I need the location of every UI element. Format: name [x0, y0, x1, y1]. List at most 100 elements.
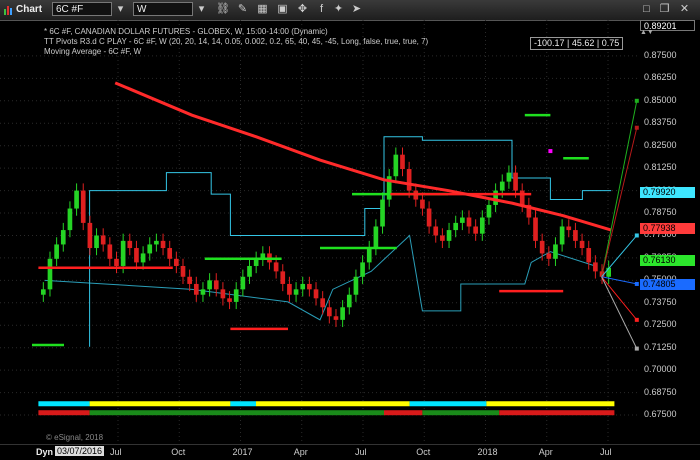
- signal-bar-segment: [499, 410, 615, 416]
- gridlines: [0, 20, 640, 444]
- twitter-icon[interactable]: ✦: [332, 3, 345, 16]
- candle-body: [373, 226, 379, 249]
- price-tick-label: 0.73750: [644, 296, 677, 307]
- signal-bars: [38, 401, 615, 416]
- price-tag: 0.76130: [640, 255, 695, 267]
- tools-icon[interactable]: ✎: [236, 3, 249, 16]
- close-icon[interactable]: ✕: [678, 3, 691, 16]
- candle-body: [293, 289, 299, 295]
- projection-marker: [634, 125, 639, 130]
- projection-line: [601, 127, 638, 277]
- candle-body: [499, 181, 505, 191]
- signal-bar-segment: [486, 401, 615, 407]
- candle-body: [213, 280, 219, 290]
- candle-body: [80, 190, 86, 223]
- price-tick-label: 0.67500: [644, 409, 677, 420]
- candle-body: [519, 190, 525, 205]
- signal-bar-segment: [384, 410, 423, 416]
- candle-body: [546, 253, 552, 259]
- candle-body: [233, 289, 239, 302]
- candle-body: [453, 222, 459, 231]
- candle-body: [566, 226, 572, 231]
- candle-body: [227, 298, 232, 302]
- symbol-value: 6C #F: [56, 4, 84, 15]
- facebook-icon[interactable]: f: [315, 3, 328, 16]
- candle-body: [393, 154, 399, 177]
- candle-body: [180, 265, 186, 277]
- candle-body: [40, 289, 46, 295]
- interval-dropdown-icon[interactable]: ▾: [195, 3, 208, 16]
- time-tick-label: Apr: [538, 447, 553, 457]
- candle-body: [287, 283, 292, 295]
- candle-body: [313, 289, 319, 299]
- candle-body: [300, 283, 306, 290]
- chart-icon: [4, 6, 12, 15]
- legend-line-3: Moving Average - 6C #F, W: [44, 47, 142, 56]
- price-tick-label: 0.72500: [644, 319, 677, 330]
- interval-value: W: [137, 4, 147, 15]
- axis-scroll-icon[interactable]: ▲▼: [640, 29, 654, 36]
- projection-marker: [634, 281, 639, 286]
- share-icon[interactable]: ➤: [350, 3, 363, 16]
- candle-body: [366, 248, 372, 263]
- candle-body: [134, 248, 139, 263]
- price-tick-label: 0.82500: [644, 139, 677, 150]
- candle-body: [539, 240, 545, 254]
- signal-bar-segment: [230, 401, 256, 407]
- candle-body: [54, 244, 59, 259]
- indicator-readout: -100.17 | 45.62 | 0.75: [530, 37, 624, 50]
- lock-icon[interactable]: ▣: [276, 3, 289, 16]
- signal-bar-segment: [422, 410, 500, 416]
- chart-title: Chart: [16, 4, 43, 15]
- symbol-dropdown-icon[interactable]: ▾: [114, 3, 127, 16]
- candle-body: [346, 294, 352, 308]
- price-tick-label: 0.70000: [644, 364, 677, 375]
- candle-body: [240, 276, 246, 290]
- candle-body: [326, 307, 332, 317]
- candle-body: [200, 289, 206, 295]
- candle-body: [593, 262, 598, 272]
- projection-marker: [634, 317, 639, 322]
- candle-body: [559, 226, 565, 245]
- signal-bar-segment: [256, 401, 410, 407]
- candle-body: [479, 217, 485, 234]
- symbol-input[interactable]: 6C #F: [52, 2, 112, 16]
- candle-body: [320, 298, 326, 308]
- signal-bar-segment: [409, 401, 487, 407]
- price-tick-label: 0.83750: [644, 117, 677, 128]
- cursor-icon[interactable]: ✥: [296, 3, 309, 16]
- interval-input[interactable]: W: [133, 2, 193, 16]
- time-tick-label: Apr: [293, 447, 308, 457]
- price-tag: 0.79920: [640, 187, 695, 198]
- candle-body: [187, 276, 192, 284]
- candle-body: [586, 248, 592, 263]
- candle-body: [353, 276, 359, 295]
- candle-body: [47, 258, 53, 290]
- restore-icon[interactable]: ❐: [658, 3, 671, 16]
- layout-icon[interactable]: ▦: [256, 3, 269, 16]
- link-icon[interactable]: ⛓: [216, 3, 230, 16]
- price-tick-label: 0.86250: [644, 72, 677, 83]
- maximize-icon[interactable]: □: [640, 3, 653, 16]
- dyn-label[interactable]: Dyn: [36, 447, 53, 457]
- candle-body: [247, 265, 252, 277]
- projection-line: [601, 100, 638, 277]
- candle-body: [307, 283, 312, 290]
- time-axis[interactable]: Dyn 03/07/2016 Jul Oct 2017 Apr Jul Oct 2018 Ap…: [0, 444, 700, 460]
- candle-body: [67, 208, 73, 231]
- time-tick-label: Jul: [110, 447, 122, 457]
- price-tick-label: 0.68750: [644, 386, 677, 397]
- price-tick-label: 0.78750: [644, 207, 677, 218]
- price-tag: 0.77938: [640, 222, 695, 234]
- candle-body: [380, 199, 385, 227]
- candle-body: [114, 258, 119, 266]
- candle-body: [140, 253, 146, 263]
- candle-body: [426, 208, 432, 227]
- candle-body: [460, 217, 465, 223]
- candle-body: [87, 222, 93, 249]
- legend-line-2: TT Pivots R3.d C PLAY - 6C #F, W (20, 20…: [44, 37, 429, 46]
- price-tick-label: 0.81250: [644, 162, 677, 173]
- time-tick-label: Jul: [600, 447, 612, 457]
- chart-plot-area[interactable]: [0, 20, 640, 444]
- candle-body: [573, 230, 578, 241]
